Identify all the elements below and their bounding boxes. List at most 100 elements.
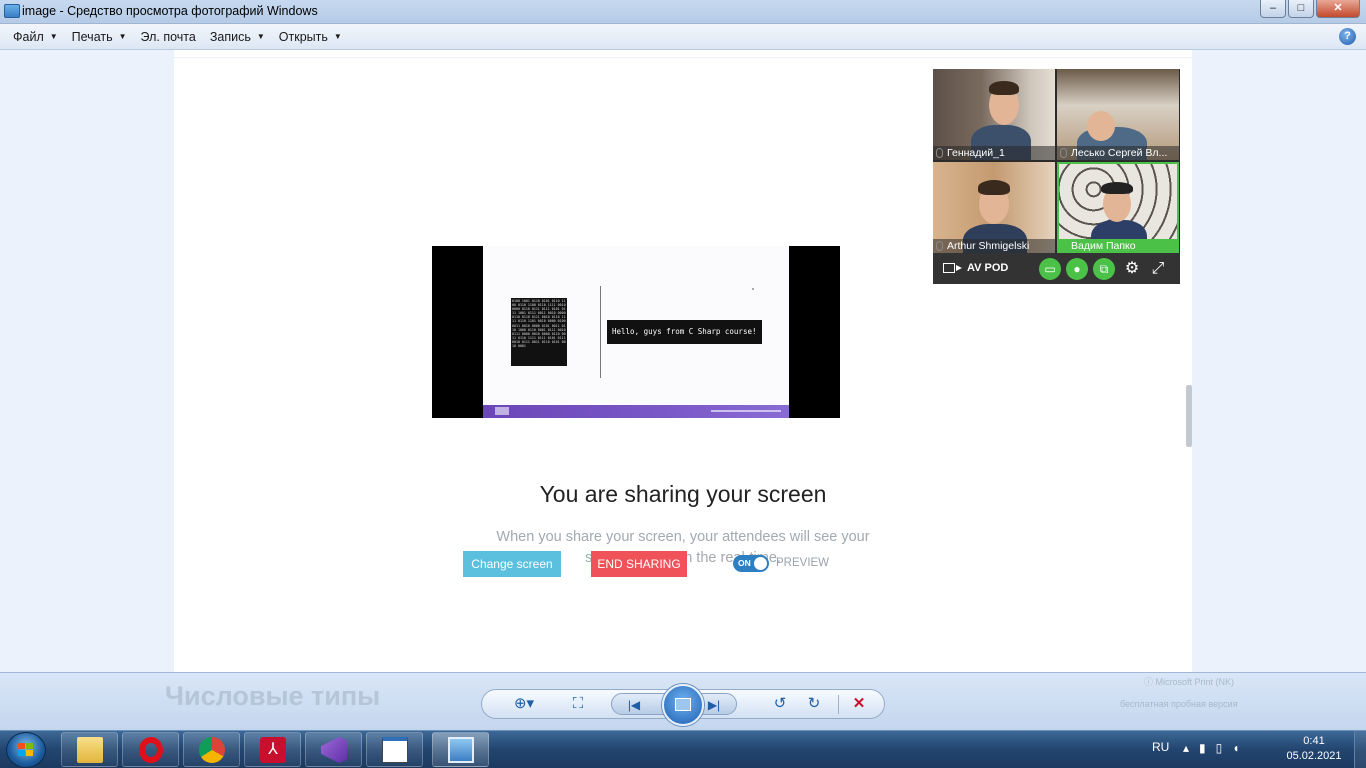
taskbar-explorer[interactable] [61,732,118,767]
photo-viewer-icon [448,737,474,763]
menu-email[interactable]: Эл. почта [134,30,203,44]
toggle-mic-button[interactable]: ● [1066,258,1088,280]
chevron-down-icon: ▼ [256,32,265,41]
clock-time: 0:41 [1303,735,1325,747]
window-title: image - Средство просмотра фотографий Wi… [22,4,318,18]
taskbar-opera[interactable] [122,732,179,767]
page-scrollbar[interactable] [1186,385,1192,447]
screen-preview: 0100 1001 0110 0101 0110 1100 0110 1100 … [432,246,840,418]
video-controls-bar: AV POD ▭ ● ⧉ ⚙ ⤢ [933,253,1180,284]
taskbar-visual-studio[interactable] [305,732,362,767]
preview-label: PREVIEW [776,557,830,569]
background-ghost-text: бесплатная пробная версия [1120,699,1238,709]
chevron-down-icon: ▼ [333,32,342,41]
rotate-right-icon[interactable]: ↻ [802,690,826,718]
photo-viewer-app-icon [4,4,20,18]
chevron-down-icon: ▼ [118,32,127,41]
slideshow-icon [675,698,691,711]
camera-icon[interactable] [943,263,962,273]
participant-tile[interactable]: Лесько Сергей Вл... [1057,69,1179,160]
hello-text-box: Hello, guys from C Sharp course! [607,320,762,344]
participant-hair [989,81,1019,95]
image-viewport: 0100 1001 0110 0101 0110 1100 0110 1100 … [0,50,1366,672]
page-top-border [174,57,1192,58]
help-icon[interactable]: ? [1339,28,1356,45]
language-indicator[interactable]: RU [1152,740,1169,754]
viewer-controls: ⊕▾ ⛶ |◀ ▶| ↺ ↻ ✕ [481,684,885,726]
network-icon[interactable]: ▮ [1199,741,1216,755]
slide-footer [483,405,789,418]
shared-slide: 0100 1001 0110 0101 0110 1100 0110 1100 … [483,246,789,418]
toggle-on-label: ON [738,558,751,568]
volume-icon[interactable]: ◖ [1232,741,1249,755]
taskbar-chrome[interactable] [183,732,240,767]
background-ghost-title: Числовые типы [165,681,381,711]
participant-name: Вадим Папко [1057,239,1179,253]
change-screen-button[interactable]: Change screen [463,551,561,577]
system-tray-icons: ▴▮▯◖ [1183,741,1250,755]
binary-code-block: 0100 1001 0110 0101 0110 1100 0110 1100 … [511,298,567,366]
description-line-1: When you share your screen, your attende… [496,529,870,545]
acrobat-icon: ⅄ [260,737,286,763]
toolbar-separator [838,695,839,714]
preview-toggle[interactable]: ON [733,555,769,572]
visual-studio-icon [321,737,347,763]
microphone-icon: ● [1073,262,1081,276]
power-icon[interactable]: ▯ [1216,741,1233,755]
end-sharing-button[interactable]: END SHARING [591,551,687,577]
viewer-toolbar: Числовые типы ⓘ Microsoft Print (NK) бес… [0,672,1366,730]
brand-logo [495,407,509,415]
toggle-camera-button[interactable]: ▭ [1039,258,1061,280]
logo-green [26,743,33,749]
chevron-down-icon: ▼ [49,32,58,41]
actual-size-icon[interactable]: ⛶ [566,690,590,718]
show-desktop-button[interactable] [1354,731,1366,768]
close-window-button[interactable]: ✕ [1316,0,1360,18]
screen-share-icon: ⧉ [1099,262,1109,276]
maximize-button[interactable]: □ [1288,0,1314,18]
participant-tile-active[interactable]: Вадим Папко [1057,162,1179,253]
logo-blue [18,750,25,756]
participant-tile[interactable]: Геннадий_1 [933,69,1055,160]
taskbar: ⅄ RU ▴▮▯◖ 0:41 05.02.2021 [0,730,1366,768]
participant-name: Лесько Сергей Вл... [1057,146,1179,160]
settings-button[interactable]: ⚙ [1121,258,1143,280]
title-bar: image - Средство просмотра фотографий Wi… [0,0,1366,24]
next-icon[interactable]: ▶| [702,694,726,722]
background-ghost-text: ⓘ Microsoft Print (NK) [1144,677,1235,687]
show-hidden-icons-icon[interactable]: ▴ [1183,741,1199,755]
slideshow-button[interactable] [662,684,704,726]
participant-face [1087,111,1115,141]
menu-file[interactable]: Файл ▼ [6,30,65,44]
screen-share-button[interactable]: ⧉ [1093,258,1115,280]
minimize-button[interactable]: – [1260,0,1286,18]
toggle-knob [754,557,767,570]
slide-divider [600,286,601,378]
window-controls: – □ ✕ [1260,0,1360,18]
footer-url [711,410,781,412]
logo-red [18,743,25,749]
explorer-icon [77,737,103,763]
headphones [1101,182,1133,194]
start-button[interactable] [6,732,46,768]
rotate-left-icon[interactable]: ↺ [768,690,792,718]
participant-tile[interactable]: Arthur Shmigelski [933,162,1055,253]
menu-open[interactable]: Открыть ▼ [272,30,349,44]
menu-print[interactable]: Печать ▼ [65,30,134,44]
expand-button[interactable]: ⤢ [1147,258,1169,280]
chrome-icon [199,737,225,763]
menu-bar: Файл ▼ Печать ▼ Эл. почта Запись ▼ Открыть ▼… [0,24,1366,50]
room-label: AV POD [967,262,1009,274]
taskbar-acrobat[interactable]: ⅄ [244,732,301,767]
gear-icon: ⚙ [1124,260,1140,277]
menu-burn[interactable]: Запись ▼ [203,30,272,44]
taskbar-notepad[interactable] [366,732,423,767]
delete-icon[interactable]: ✕ [846,690,872,718]
opera-icon [139,737,163,763]
participant-name: Arthur Shmigelski [933,239,1055,253]
zoom-icon[interactable]: ⊕▾ [510,690,538,718]
notepad-icon [382,737,408,763]
taskbar-photo-viewer[interactable] [432,732,489,767]
previous-icon[interactable]: |◀ [622,694,646,722]
clock[interactable]: 0:41 05.02.2021 [1283,734,1345,764]
